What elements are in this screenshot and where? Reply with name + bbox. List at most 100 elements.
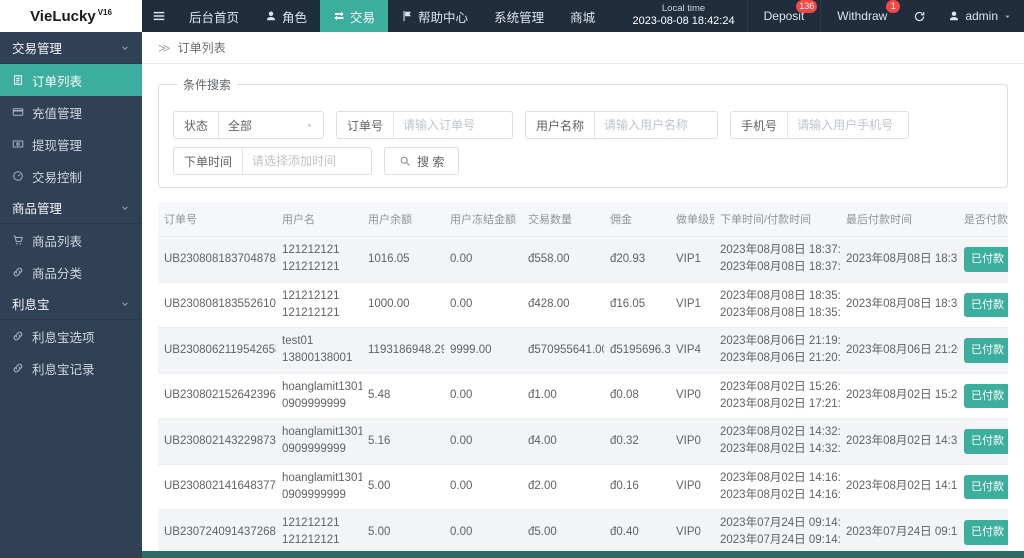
cell-frozen: 0.00 — [444, 509, 522, 556]
withdraw-icon — [12, 138, 24, 150]
breadcrumb: ≫ 订单列表 — [142, 32, 1024, 64]
paid-status-button[interactable]: 已付款 — [964, 247, 1008, 272]
cell-last-pay-time: 2023年08月02日 15:27:12 — [840, 373, 958, 419]
admin-menu[interactable]: admin — [936, 0, 1024, 32]
phone-label: 手机号 — [731, 112, 789, 138]
order-no-input[interactable] — [394, 112, 513, 138]
cell-amount: đ558.00 — [522, 236, 604, 283]
breadcrumb-label: 订单列表 — [177, 41, 226, 55]
local-time-label: Local time — [661, 3, 706, 15]
deposit-badge: 136 — [796, 0, 818, 13]
cell-order-no: UB2308081835526103 — [158, 282, 276, 328]
column-header: 交易数量 — [522, 202, 604, 237]
cell-order-pay-times: 2023年08月02日 15:26:422023年08月02日 17:21:25 — [714, 373, 840, 419]
withdraw-button[interactable]: Withdraw 1 — [820, 0, 903, 32]
cell-username: hoanglamit1301 0909999999 — [276, 464, 362, 510]
sidebar-item-label: 利息宝选项 — [32, 330, 95, 345]
sidebar-item-label: 提现管理 — [32, 138, 83, 153]
sidebar-group-title[interactable]: 商品管理 — [0, 192, 142, 224]
cell-balance: 1193186948.29 — [362, 327, 444, 374]
topnav-item-6[interactable]: 商城 — [557, 0, 608, 32]
paid-status-button[interactable]: 已付款 — [964, 292, 1008, 317]
cell-username: 121212121 121212121 — [276, 282, 362, 328]
cell-last-pay-time: 2023年07月24日 09:15:07 — [840, 509, 958, 556]
column-header: 佣金 — [604, 202, 670, 237]
user-icon — [265, 10, 277, 22]
cell-paid-status: 已付款 — [958, 418, 1008, 465]
order-icon — [12, 74, 24, 86]
column-header: 是否付款 — [958, 202, 1008, 237]
paid-status-button[interactable]: 已付款 — [964, 520, 1008, 545]
orders-table: 订单号用户名用户余额用户冻结金额交易数量佣金做单级别下单时间/付款时间最后付款时… — [158, 202, 1008, 558]
order-time-label: 下单时间 — [174, 148, 244, 174]
topnav-item-4[interactable]: 帮助中心 — [388, 0, 481, 32]
horizontal-scrollbar[interactable] — [142, 551, 1024, 558]
cell-last-pay-time: 2023年08月02日 14:32:59 — [840, 418, 958, 465]
cell-paid-status: 已付款 — [958, 509, 1008, 556]
column-header: 做单级别 — [670, 202, 714, 237]
cell-paid-status: 已付款 — [958, 464, 1008, 510]
admin-label: admin — [965, 9, 998, 23]
cell-frozen: 0.00 — [444, 418, 522, 465]
username-input[interactable] — [595, 112, 718, 138]
cell-commission: đ0.08 — [604, 373, 670, 419]
card-icon — [12, 106, 24, 118]
cell-commission: đ0.16 — [604, 464, 670, 510]
cell-order-no: UB2308062119542658 — [158, 327, 276, 374]
paid-status-button[interactable]: 已付款 — [964, 338, 1008, 363]
status-filter: 状态 全部 — [173, 111, 325, 139]
topnav-item-5[interactable]: 系统管理 — [481, 0, 557, 32]
sidebar-group-title[interactable]: 利息宝 — [0, 288, 142, 320]
sidebar-item-label: 商品分类 — [32, 266, 83, 281]
cell-paid-status: 已付款 — [958, 236, 1008, 283]
sidebar-group: 商品管理 商品列表商品分类 — [0, 192, 142, 288]
sidebar-item[interactable]: 商品分类 — [0, 256, 142, 288]
sidebar-toggle-button[interactable] — [142, 0, 176, 32]
sidebar-item[interactable]: 订单列表 — [0, 64, 142, 96]
cell-level: VIP0 — [670, 373, 714, 419]
status-selected-value: 全部 — [228, 118, 253, 133]
refresh-button[interactable] — [903, 0, 936, 32]
sidebar-item[interactable]: 交易控制 — [0, 160, 142, 192]
cell-frozen: 0.00 — [444, 464, 522, 510]
topnav-item-3[interactable]: 交易 — [320, 0, 389, 32]
paid-status-button[interactable]: 已付款 — [964, 474, 1008, 499]
topnav-item-1[interactable]: 后台首页 — [176, 0, 252, 32]
search-panel: 条件搜索 状态 全部 订单号 用户名称 — [158, 76, 1008, 188]
sidebar-item[interactable]: 商品列表 — [0, 224, 142, 256]
cell-commission: đ0.32 — [604, 418, 670, 465]
header-row: 订单号用户名用户余额用户冻结金额交易数量佣金做单级别下单时间/付款时间最后付款时… — [158, 202, 1008, 237]
order-row: UB2308021526423969 hoanglamit1301 09099999… — [158, 373, 1008, 419]
sidebar-item[interactable]: 利息宝选项 — [0, 320, 142, 352]
cell-amount: đ1.00 — [522, 373, 604, 419]
cell-level: VIP0 — [670, 418, 714, 465]
column-header: 用户余额 — [362, 202, 444, 237]
deposit-button[interactable]: Deposit 136 — [746, 0, 821, 32]
paid-status-button[interactable]: 已付款 — [964, 383, 1008, 408]
cell-order-pay-times: 2023年08月06日 21:19:542023年08月06日 21:20:02 — [714, 327, 840, 374]
phone-input[interactable] — [788, 112, 909, 138]
chevron-down-icon — [120, 203, 130, 213]
chevron-down-icon — [120, 43, 130, 53]
topnav-item-2[interactable]: 角色 — [252, 0, 320, 32]
sidebar-group-title[interactable]: 交易管理 — [0, 32, 142, 64]
status-select[interactable]: 全部 — [219, 112, 323, 138]
local-time: Local time 2023-08-08 18:42:24 — [620, 0, 746, 32]
link-icon — [12, 266, 24, 278]
cell-balance: 1016.05 — [362, 236, 444, 283]
sidebar-item[interactable]: 利息宝记录 — [0, 352, 142, 384]
search-button[interactable]: 搜 索 — [384, 147, 460, 175]
top-header: VieLucky V16 后台首页 角色 交易 帮助中心 系统管理 商城 Local ti… — [0, 0, 1024, 32]
content: 条件搜索 状态 全部 订单号 用户名称 — [142, 64, 1024, 558]
sidebar-item[interactable]: 充值管理 — [0, 96, 142, 128]
cell-username: 121212121 121212121 — [276, 236, 362, 283]
sidebar-item[interactable]: 提现管理 — [0, 128, 142, 160]
cart-icon — [12, 234, 24, 246]
topnav-item-label: 帮助中心 — [418, 10, 469, 25]
paid-status-button[interactable]: 已付款 — [964, 429, 1008, 454]
order-time-input[interactable] — [243, 148, 372, 174]
app-logo[interactable]: VieLucky V16 — [0, 0, 142, 32]
cell-order-no: UB2308021526423969 — [158, 373, 276, 419]
search-button-label: 搜 索 — [417, 154, 445, 169]
topnav-item-label: 后台首页 — [189, 10, 240, 25]
